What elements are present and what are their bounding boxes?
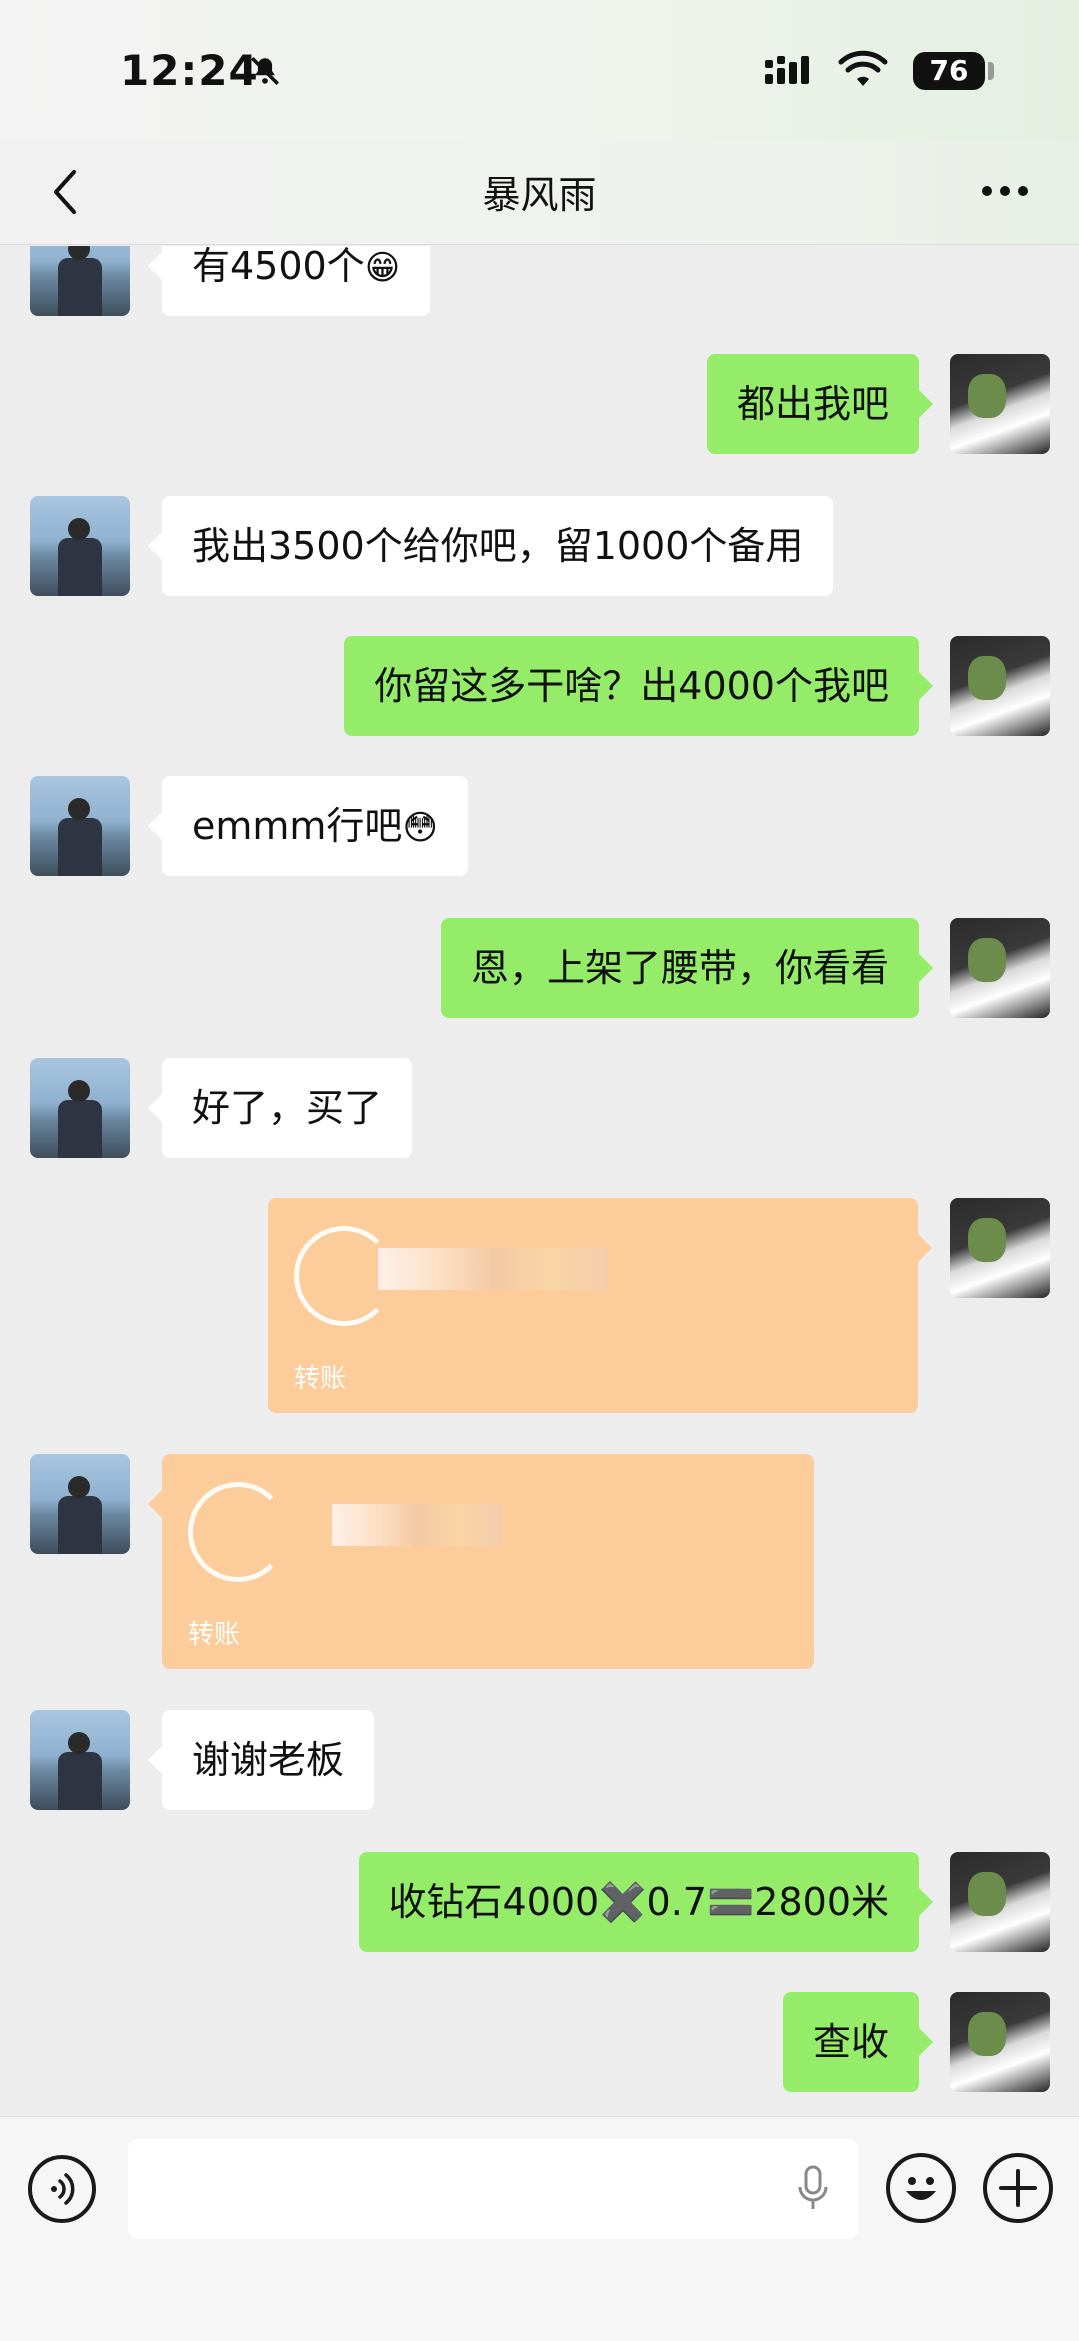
my-avatar[interactable] <box>950 1198 1050 1298</box>
contact-avatar[interactable] <box>30 496 130 596</box>
plus-circle-icon[interactable] <box>983 2153 1053 2223</box>
my-avatar[interactable] <box>950 1992 1050 2092</box>
message-bubble-me[interactable]: 查收 <box>782 1992 934 2092</box>
transfer-amount-blurred <box>332 1504 502 1546</box>
voice-icon[interactable] <box>28 2155 96 2223</box>
my-avatar[interactable] <box>950 636 1050 736</box>
contact-avatar[interactable] <box>30 1058 130 1158</box>
my-avatar[interactable] <box>950 1852 1050 1952</box>
contact-avatar[interactable] <box>30 776 130 876</box>
message-bubble-them[interactable]: 有4500个😁 <box>147 246 431 316</box>
bell-slash-icon <box>248 54 282 88</box>
message-bubble-me[interactable]: 恩，上架了腰带，你看看 <box>440 918 934 1018</box>
chat-area[interactable]: 有4500个😁 都出我吧 我出3500个给你吧，留1000个备用 你留这多干啥？… <box>0 246 1079 2116</box>
smiley-icon[interactable] <box>886 2153 956 2223</box>
chat-header: 暴风雨 <box>0 140 1079 245</box>
message-bubble-me[interactable]: 收钻石4000✖️0.7🟰2800米 <box>358 1852 934 1952</box>
chat-title: 暴风雨 <box>482 173 597 217</box>
transfer-label: 转账 <box>294 1364 347 1394</box>
emoji-grin: 😁 <box>364 248 401 288</box>
input-bar <box>0 2116 1079 2341</box>
message-bubble-them[interactable]: 好了，买了 <box>147 1058 413 1158</box>
message-text: 你留这多干啥？出4000个我吧 <box>374 664 889 708</box>
status-time: 12:24 <box>120 46 259 95</box>
message-text: 收钻石4000✖️0.7🟰2800米 <box>388 1880 889 1924</box>
battery-cap <box>988 62 994 80</box>
message-text: 都出我吧 <box>736 382 889 426</box>
message-text: 谢谢老板 <box>192 1738 345 1782</box>
more-horizontal-icon[interactable] <box>980 184 1030 198</box>
contact-avatar[interactable] <box>30 246 130 316</box>
battery-icon: 76 <box>913 52 985 90</box>
message-text: 有4500个 <box>192 246 365 288</box>
transfer-amount-blurred <box>378 1248 608 1290</box>
wifi-icon <box>838 50 888 90</box>
my-avatar[interactable] <box>950 354 1050 454</box>
message-bubble-them[interactable]: 谢谢老板 <box>147 1710 375 1810</box>
transfer-label: 转账 <box>188 1620 241 1650</box>
message-bubble-them[interactable]: emmm行吧😳 <box>148 776 468 876</box>
microphone-icon[interactable] <box>796 2165 830 2213</box>
message-bubble-me[interactable]: 你留这多干啥？出4000个我吧 <box>344 636 933 736</box>
contact-avatar[interactable] <box>30 1710 130 1810</box>
message-bubble-them[interactable]: 我出3500个给你吧，留1000个备用 <box>147 496 834 596</box>
transfer-card-me[interactable]: 转账 <box>268 1198 932 1413</box>
signal-icon <box>765 54 821 86</box>
contact-avatar[interactable] <box>30 1454 130 1554</box>
emoji-flushed: 😳 <box>402 808 438 848</box>
message-input[interactable] <box>128 2139 858 2239</box>
message-text: 我出3500个给你吧，留1000个备用 <box>192 524 804 568</box>
status-bar: 12:24 76 <box>0 0 1079 140</box>
message-text: emmm行吧 <box>192 804 403 848</box>
my-avatar[interactable] <box>950 918 1050 1018</box>
message-text: 查收 <box>812 2020 889 2064</box>
message-text: 恩，上架了腰带，你看看 <box>470 946 889 990</box>
transfer-icon <box>188 1482 288 1582</box>
message-text: 好了，买了 <box>192 1086 383 1130</box>
transfer-card-them[interactable]: 转账 <box>148 1454 814 1669</box>
message-bubble-me[interactable]: 都出我吧 <box>706 354 934 454</box>
